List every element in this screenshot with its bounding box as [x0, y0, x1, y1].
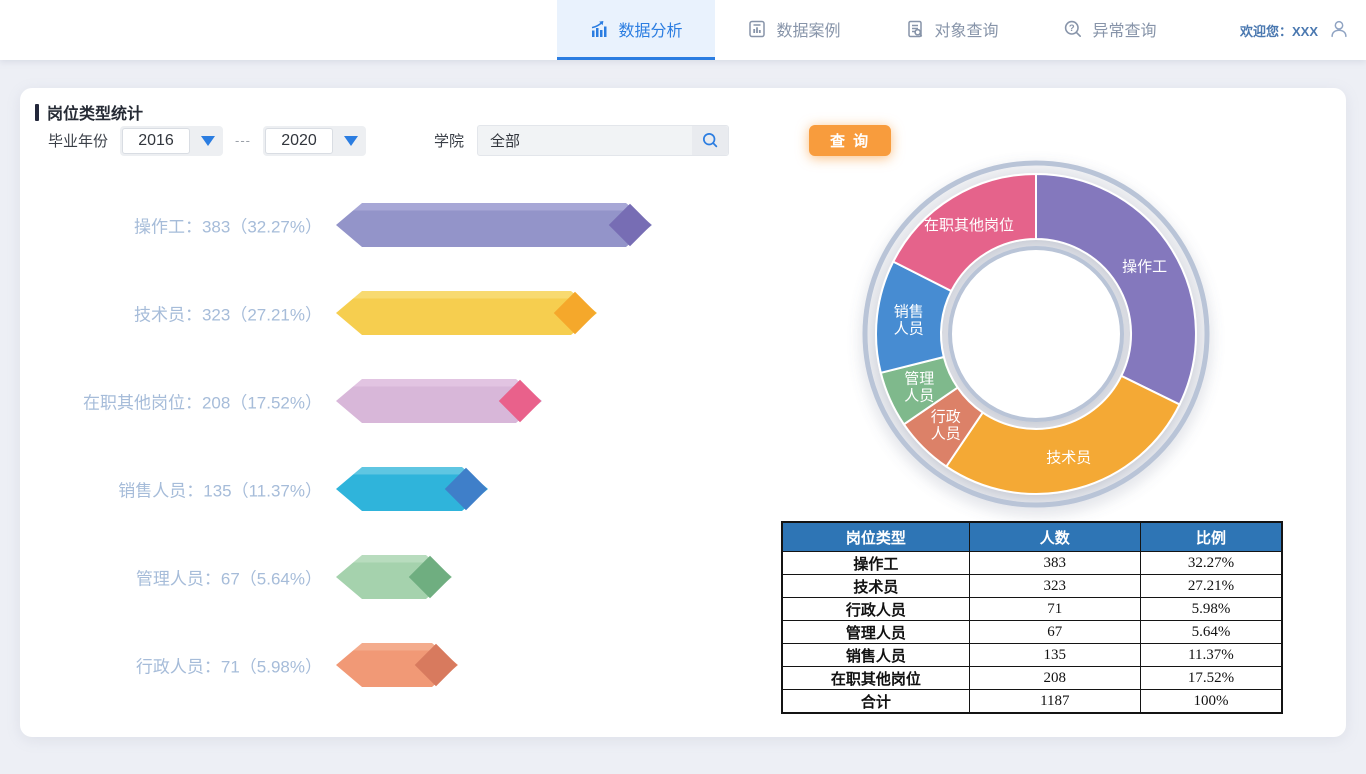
table-cell: 27.21%	[1140, 575, 1282, 598]
bar-shape	[336, 379, 542, 423]
table-cell: 67	[969, 621, 1140, 644]
tab-data-analysis[interactable]: 数据分析	[557, 0, 715, 60]
bar-label: 行政人员：71（5.98%）	[20, 653, 322, 678]
year-from-value: 2016	[122, 128, 190, 154]
document-search-icon	[905, 19, 925, 39]
donut-slice-label: 管理人员	[904, 370, 934, 404]
table-cell: 5.98%	[1140, 598, 1282, 621]
panel-title-text: 岗位类型统计	[47, 100, 143, 124]
tab-exception-query[interactable]: ? 异常查询	[1031, 0, 1189, 60]
table-cell: 1187	[969, 690, 1140, 714]
bar-row: 在职其他岗位：208（17.52%）	[20, 379, 720, 423]
table-cell: 销售人员	[782, 644, 969, 667]
table-cell: 行政人员	[782, 598, 969, 621]
donut-slice-label: 操作工	[1122, 258, 1167, 275]
table-row: 操作工38332.27%	[782, 552, 1282, 575]
table-row: 行政人员715.98%	[782, 598, 1282, 621]
table-cell: 11.37%	[1140, 644, 1282, 667]
table-cell: 17.52%	[1140, 667, 1282, 690]
tab-data-cases[interactable]: 数据案例	[715, 0, 873, 60]
donut-slice-label: 技术员	[1046, 450, 1091, 467]
bar-label: 销售人员：135（11.37%）	[20, 477, 322, 502]
tab-object-query[interactable]: 对象查询	[873, 0, 1031, 60]
table-cell: 135	[969, 644, 1140, 667]
table-cell: 技术员	[782, 575, 969, 598]
stats-panel: 岗位类型统计 毕业年份 2016 --- 2020 学院 全部 查 询 操作工：…	[20, 88, 1346, 737]
year-filter-label: 毕业年份	[48, 130, 108, 151]
user-icon[interactable]	[1328, 18, 1350, 43]
table-cell: 383	[969, 552, 1140, 575]
panel-title: 岗位类型统计	[35, 100, 143, 124]
table-header-row: 岗位类型人数比例	[782, 522, 1282, 552]
table-header-cell: 岗位类型	[782, 522, 969, 552]
bar-label: 操作工：383（32.27%）	[20, 213, 322, 238]
table-cell: 合计	[782, 690, 969, 714]
donut-hole	[956, 254, 1116, 414]
table-cell: 管理人员	[782, 621, 969, 644]
svg-text:?: ?	[1069, 23, 1075, 34]
year-to-select[interactable]: 2020	[263, 126, 366, 156]
job-type-donut-chart: 操作工技术员 行政人员 管理人员 销售人员 在职其他岗位	[844, 142, 1228, 526]
table-cell: 323	[969, 575, 1140, 598]
job-type-table: 岗位类型人数比例 操作工38332.27%技术员32327.21%行政人员715…	[781, 521, 1283, 714]
bar-label: 管理人员：67（5.64%）	[20, 565, 322, 590]
bar-row: 行政人员：71（5.98%）	[20, 643, 720, 687]
bar-row: 操作工：383（32.27%）	[20, 203, 720, 247]
table-cell: 5.64%	[1140, 621, 1282, 644]
table-row: 管理人员675.64%	[782, 621, 1282, 644]
donut-slice-label: 在职其他岗位	[924, 217, 1014, 234]
nav-tabs: 数据分析 数据案例 对象查询? 异常查询	[557, 0, 1189, 60]
table-cell: 100%	[1140, 690, 1282, 714]
bar-row: 管理人员：67（5.64%）	[20, 555, 720, 599]
bar-shape	[336, 467, 488, 511]
magnifier-icon[interactable]	[692, 126, 728, 155]
table-row: 技术员32327.21%	[782, 575, 1282, 598]
tab-label: 对象查询	[934, 17, 998, 41]
chevron-down-icon	[344, 136, 358, 146]
bar-body	[336, 203, 652, 247]
tab-label: 数据分析	[618, 17, 682, 41]
year-range-separator: ---	[235, 133, 251, 148]
college-filter-label: 学院	[434, 130, 464, 151]
top-nav-bar: 数据分析 数据案例 对象查询? 异常查询 欢迎您：XXX	[0, 0, 1366, 60]
welcome-text: 欢迎您：XXX	[1240, 21, 1318, 40]
table-body: 操作工38332.27%技术员32327.21%行政人员715.98%管理人员6…	[782, 552, 1282, 714]
bar-label: 技术员：323（27.21%）	[20, 301, 322, 326]
bar-chart-icon	[589, 19, 609, 39]
tab-label: 异常查询	[1092, 17, 1156, 41]
bar-shape	[336, 643, 458, 687]
table-cell: 71	[969, 598, 1140, 621]
filter-row: 毕业年份 2016 --- 2020 学院 全部 查 询	[48, 125, 891, 156]
table-row: 合计1187100%	[782, 690, 1282, 714]
search-question-icon: ?	[1063, 19, 1083, 39]
table-header-cell: 人数	[969, 522, 1140, 552]
table-row: 在职其他岗位20817.52%	[782, 667, 1282, 690]
donut-slice-label: 行政人员	[931, 409, 961, 443]
year-to-value: 2020	[265, 128, 333, 154]
table-row: 销售人员13511.37%	[782, 644, 1282, 667]
bar-row: 技术员：323（27.21%）	[20, 291, 720, 335]
bar-shape	[336, 555, 452, 599]
college-input-value: 全部	[478, 130, 692, 151]
bar-row: 销售人员：135（11.37%）	[20, 467, 720, 511]
table-cell: 在职其他岗位	[782, 667, 969, 690]
bar-shape	[336, 203, 652, 247]
welcome-area: 欢迎您：XXX	[1240, 0, 1350, 60]
year-from-select[interactable]: 2016	[120, 126, 223, 156]
college-input[interactable]: 全部	[477, 125, 729, 156]
table-cell: 操作工	[782, 552, 969, 575]
bar-label: 在职其他岗位：208（17.52%）	[20, 389, 322, 414]
bar-shape	[336, 291, 597, 335]
chevron-down-icon	[201, 136, 215, 146]
table-cell: 32.27%	[1140, 552, 1282, 575]
donut-slice-label: 销售人员	[894, 304, 924, 338]
tab-label: 数据案例	[776, 17, 840, 41]
title-accent-bar	[35, 104, 39, 121]
table-header-cell: 比例	[1140, 522, 1282, 552]
report-icon	[747, 19, 767, 39]
table-cell: 208	[969, 667, 1140, 690]
